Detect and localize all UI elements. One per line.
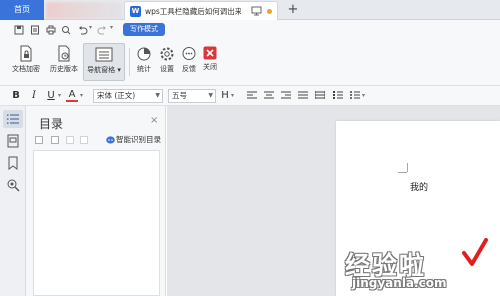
underline-dropdown-icon[interactable]: ▾ [58,92,61,99]
format-toolbar: B I U ▾ A ▾ 宋体 (正文) ▼ 五号 ▼ H ▾ ▾ [0,86,500,106]
chevron-down-icon: ▼ [155,92,160,99]
document-text[interactable]: 我的 [410,180,428,193]
align-center-icon[interactable] [264,91,274,100]
tab-document[interactable]: W wps工具栏隐藏后如何调出来 [124,1,278,20]
heading-button[interactable]: H [219,89,231,103]
font-size-select[interactable]: 五号 ▼ [168,89,216,103]
feedback-label: 反馈 [182,65,196,73]
tab-blurred[interactable] [46,2,122,19]
level-down-icon[interactable] [80,136,88,144]
undo-dropdown-icon[interactable]: ▾ [89,24,92,31]
monitor-icon[interactable] [251,6,262,16]
doc-encrypt-button[interactable]: 文档加密 [8,43,44,81]
close-mode-label: 关闭 [203,63,217,71]
font-color-dropdown-icon[interactable]: ▾ [80,92,83,99]
close-mode-button[interactable]: 关闭 [200,43,220,81]
export-pdf-icon[interactable] [30,25,40,35]
gear-icon [160,47,174,61]
chat-icon [182,47,196,60]
heading-dropdown-icon[interactable]: ▾ [231,92,234,99]
collapse-all-icon[interactable] [51,136,59,144]
level-up-icon[interactable] [66,136,74,144]
distributed-align-icon[interactable] [315,91,325,100]
nav-pane-button[interactable]: 导航窗格 ▾ [83,43,125,81]
toc-list [33,150,160,296]
nav-pane-icon [95,47,113,62]
chapter-icon[interactable] [6,134,20,148]
watermark-url: jingyanla.com [352,276,447,290]
margin-mark [398,172,407,173]
new-tab-button[interactable]: + [285,0,301,20]
stats-button[interactable]: 统计 [133,43,155,81]
font-color-button[interactable]: A [66,89,78,102]
margin-mark [407,163,408,172]
bullet-list-icon[interactable] [350,91,360,100]
bold-button[interactable]: B [10,89,22,103]
doc-lock-icon [20,45,32,62]
numbered-list-icon[interactable] [333,91,343,100]
font-size-value: 五号 [172,91,187,100]
find-icon[interactable] [6,178,20,192]
toc-list-icon [7,114,19,124]
doc-history-icon [58,45,70,62]
print-preview-icon[interactable] [61,25,71,35]
ribbon: 文档加密 历史版本 导航窗格 ▾ 统计 设置 反馈 关闭 [0,40,500,86]
italic-button[interactable]: I [28,89,40,103]
font-family-select[interactable]: 宋体 (正文) ▼ [93,89,163,103]
feedback-button[interactable]: 反馈 [178,43,200,81]
redo-icon[interactable] [97,25,107,35]
list-dropdown-icon[interactable]: ▾ [362,92,365,99]
history-version-label: 历史版本 [50,65,78,73]
close-icon [203,46,217,60]
save-icon[interactable] [14,25,24,35]
wps-doc-icon: W [130,6,141,17]
chevron-down-icon: ▼ [208,92,213,99]
quick-access-bar: ▾ ▾ 写作模式 [0,20,500,40]
print-icon[interactable] [46,25,56,35]
ribbon-divider [129,48,130,76]
history-version-button[interactable]: 历史版本 [46,43,82,81]
checkmark-icon [462,238,488,266]
bookmark-icon[interactable] [6,156,20,170]
toc-close-icon[interactable]: × [150,115,158,126]
align-left-icon[interactable] [247,91,257,100]
rail-toc-active[interactable] [3,110,23,128]
stats-label: 统计 [137,65,151,73]
doc-encrypt-label: 文档加密 [12,65,40,73]
pie-chart-icon [137,47,151,61]
tab-document-title: wps工具栏隐藏后如何调出来 [145,7,241,16]
tab-bar: 首页 W wps工具栏隐藏后如何调出来 + [0,0,500,20]
smart-recognize-icon[interactable] [106,136,115,144]
settings-label: 设置 [160,65,174,73]
writing-mode-button[interactable]: 写作模式 [123,23,165,36]
justify-icon[interactable] [298,91,308,100]
align-right-icon[interactable] [281,91,291,100]
underline-button[interactable]: U [45,89,57,103]
tab-home[interactable]: 首页 [0,0,44,20]
settings-button[interactable]: 设置 [156,43,178,81]
smart-recognize-link[interactable]: 智能识别目录 [116,134,161,145]
undo-icon[interactable] [78,25,88,35]
expand-all-icon[interactable] [35,136,43,144]
toc-panel: 目录 × 智能识别目录 [26,106,166,296]
unsaved-dot-icon [267,9,272,14]
toc-title: 目录 [39,117,64,131]
font-family-value: 宋体 (正文) [97,91,136,100]
nav-pane-label: 导航窗格 ▾ [87,66,121,74]
more-dropdown-icon[interactable]: ▾ [110,24,113,31]
